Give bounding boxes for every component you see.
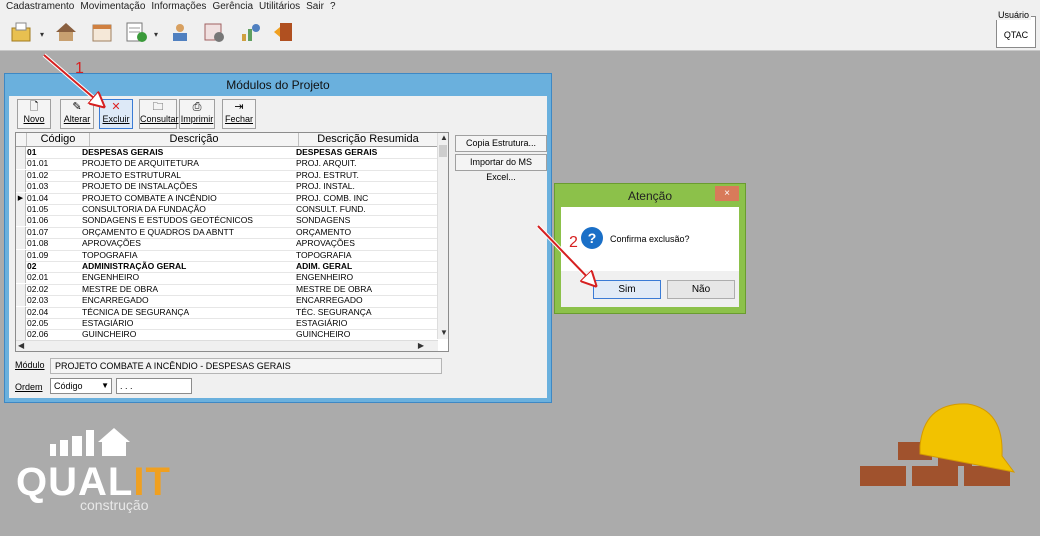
- annotation-1: 1: [75, 60, 84, 77]
- arrow-1: [43, 54, 102, 105]
- helmet-bricks-icon: [860, 403, 1016, 486]
- logo-buildings-icon: [50, 428, 130, 456]
- arrow-2: [537, 225, 594, 284]
- annotation-2: 2: [569, 234, 578, 251]
- logo-subtitle: construção: [80, 497, 149, 513]
